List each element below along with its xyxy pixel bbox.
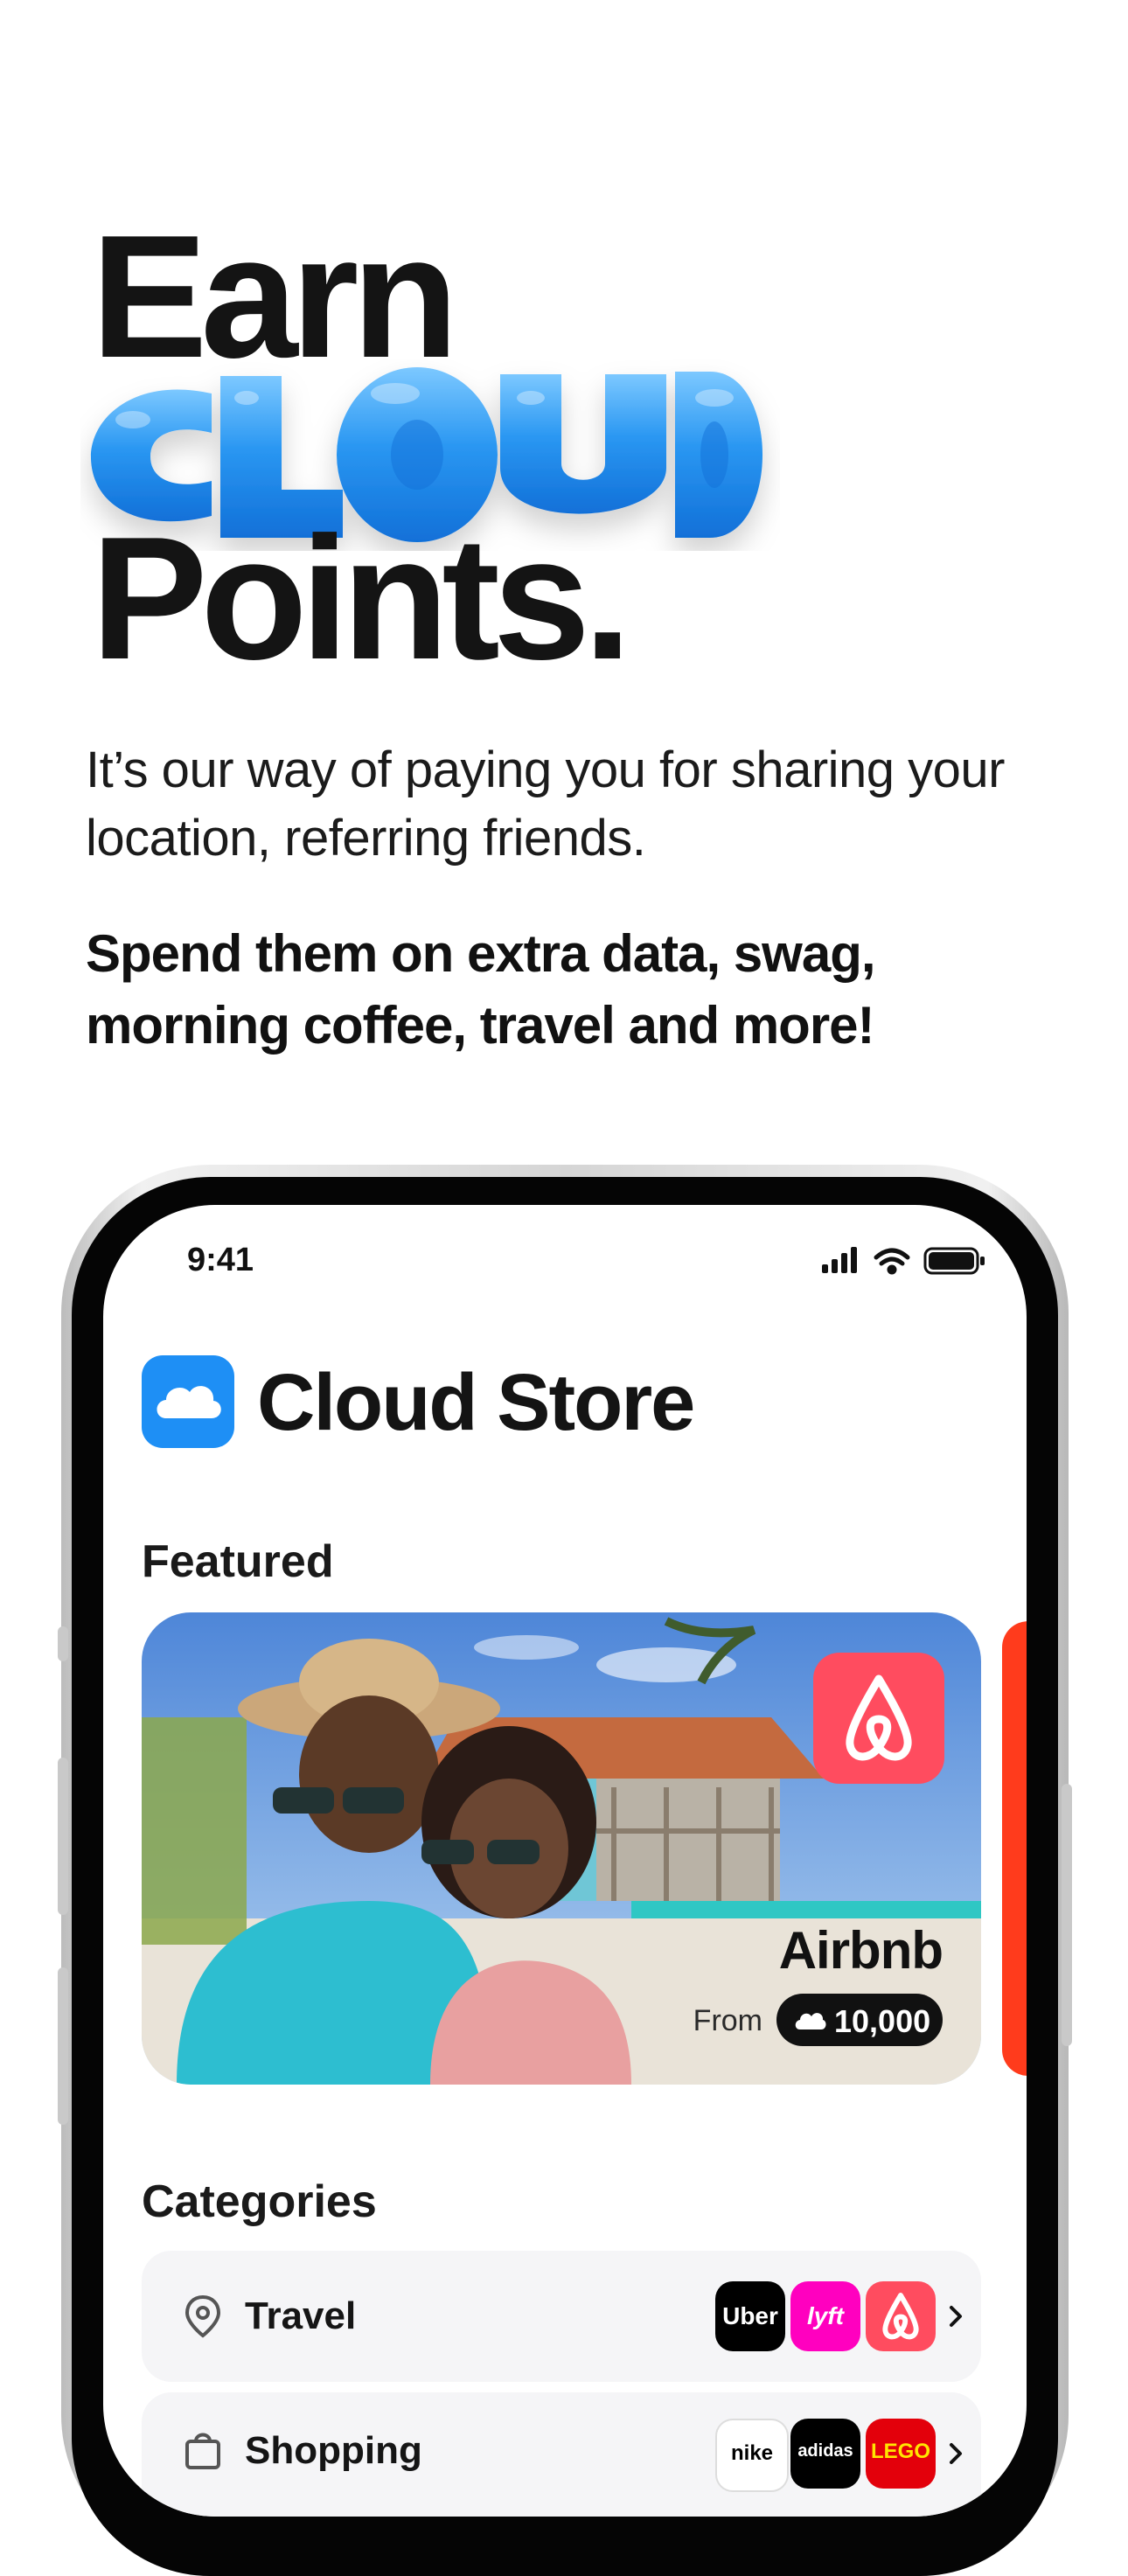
category-row-shopping[interactable]: Shopping nike adidas LEGO xyxy=(142,2392,981,2517)
chevron-right-icon xyxy=(950,2306,962,2327)
cloud-icon xyxy=(157,1386,221,1418)
store-title: Cloud Store xyxy=(257,1358,695,1447)
categories-section-title: Categories xyxy=(142,2176,377,2227)
featured-section-title: Featured xyxy=(142,1536,334,1587)
wifi-icon xyxy=(874,1248,910,1275)
hero-section: Earn Points. It’s our way of paying you … xyxy=(0,0,1128,1137)
phone-screen: 9:41 Cloud Store Featured Airbnb From 10… xyxy=(103,1205,1027,2517)
phone-volume-down-button xyxy=(58,1967,68,2125)
uber-logo: Uber xyxy=(715,2281,785,2351)
location-pin-icon xyxy=(185,2294,221,2338)
cloud-store-logo xyxy=(142,1355,234,1448)
featured-card-airbnb[interactable]: Airbnb From 10,000 xyxy=(142,1612,981,2085)
airbnb-icon xyxy=(882,2293,919,2340)
shopping-bag-icon xyxy=(185,2433,220,2469)
hero-heading-points: Points. xyxy=(91,501,632,696)
adidas-logo: adidas xyxy=(790,2419,860,2489)
hero-subtitle: It’s our way of paying you for sharing y… xyxy=(86,741,1006,867)
featured-points-amount: 10,000 xyxy=(834,2003,931,2039)
lyft-logo: lyft xyxy=(790,2281,860,2351)
signal-icon xyxy=(822,1247,857,1273)
phone-volume-up-button xyxy=(58,1758,68,1915)
category-label: Shopping xyxy=(245,2429,422,2472)
nike-logo: nike xyxy=(715,2419,789,2492)
hero-bold-text: Spend them on extra data, swag, morning … xyxy=(86,924,876,1055)
lego-logo: LEGO xyxy=(866,2419,936,2489)
airbnb-icon xyxy=(846,1674,912,1761)
phone-side-button xyxy=(58,1626,68,1661)
featured-brand-name: Airbnb xyxy=(778,1921,943,1980)
featured-from-label: From xyxy=(693,2004,762,2037)
battery-icon xyxy=(923,1247,985,1275)
featured-points-pill: 10,000 xyxy=(776,1994,943,2046)
category-label: Travel xyxy=(245,2294,357,2337)
cloud-icon xyxy=(795,2013,826,2029)
status-time: 9:41 xyxy=(187,1242,254,1278)
phone-power-button xyxy=(1062,1784,1072,2046)
featured-card-next-peek[interactable] xyxy=(1002,1621,1027,2076)
airbnb-logo-badge xyxy=(813,1653,944,1784)
status-icons xyxy=(822,1247,985,1275)
category-row-travel[interactable]: Travel Uber lyft xyxy=(142,2251,981,2382)
airbnb-logo xyxy=(866,2281,936,2351)
